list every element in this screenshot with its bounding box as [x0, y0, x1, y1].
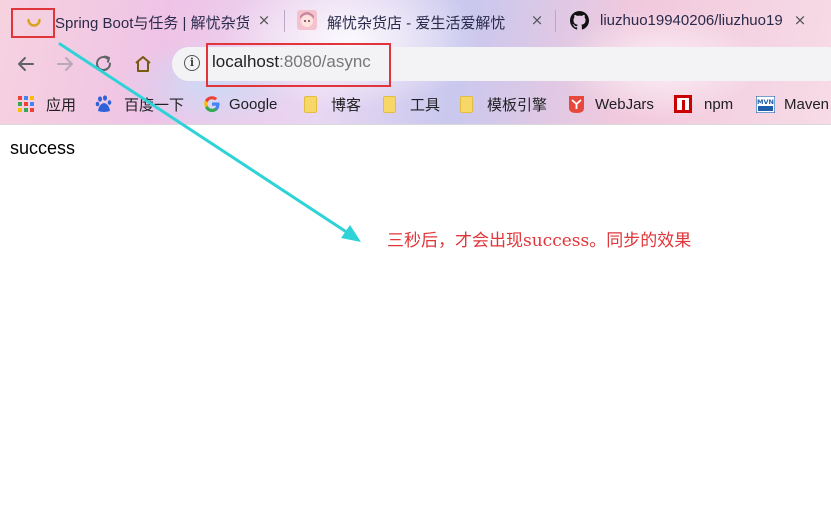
annotation-arrow: [58, 42, 361, 242]
